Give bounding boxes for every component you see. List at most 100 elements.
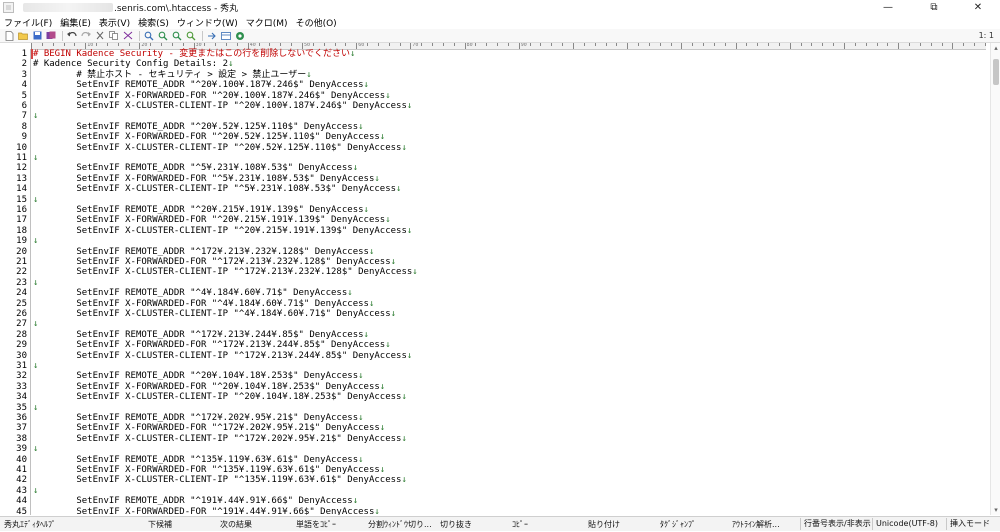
fkey-tag-jump[interactable]: ﾀｸﾞｼﾞｬﾝﾌﾟ [660, 517, 696, 532]
minimize-icon[interactable]: — [870, 0, 906, 15]
line-number: 25 [16, 298, 27, 309]
fkey-next-result[interactable]: 次の結果 [220, 517, 252, 532]
editor-area[interactable]: 10 20 30 40 50 60 70 80 90 1 2 3 4 5 6 7 8 9 10 11 12 13 14 15… [0, 43, 990, 515]
code-line: ↓ [33, 278, 38, 288]
find-next-icon[interactable] [158, 31, 168, 41]
jump-icon[interactable] [207, 31, 217, 41]
scrollbar-thumb[interactable] [993, 59, 999, 85]
line-number: 4 [21, 80, 27, 91]
ruler-tick [963, 43, 965, 46]
ruler-tick [215, 43, 217, 46]
toolbar-separator [202, 30, 203, 41]
ruler-tick [659, 43, 661, 46]
find-prev-icon[interactable] [172, 31, 182, 41]
search-icon[interactable] [144, 31, 154, 41]
ruler-label: 20 [141, 43, 148, 48]
save-icon[interactable] [32, 31, 42, 41]
fkey-cut[interactable]: 切り抜き [440, 517, 472, 532]
grep-icon[interactable] [186, 31, 196, 41]
fkey-copy[interactable]: ｺﾋﾟｰ [512, 517, 528, 532]
new-file-icon[interactable] [4, 30, 14, 41]
eol-mark-icon: ↓ [33, 319, 39, 330]
ruler-tick [562, 43, 564, 46]
ruler-tick [117, 43, 119, 46]
code-line-text: SetEnvIF X-CLUSTER-CLIENT-IP "^135¥.119¥… [33, 475, 402, 486]
code-line: SetEnvIF X-CLUSTER-CLIENT-IP "^20¥.100¥.… [33, 101, 412, 111]
ruler-tick [106, 43, 108, 46]
macro-icon[interactable] [221, 31, 231, 41]
paste-icon[interactable] [123, 31, 133, 41]
line-number: 26 [16, 309, 27, 319]
fkey-help[interactable]: 秀丸ｴﾃﾞｨﾀﾍﾙﾌﾟ [4, 517, 56, 532]
line-number: 24 [16, 288, 27, 299]
line-number: 2 [21, 59, 27, 70]
ruler-label: 50 [304, 43, 311, 48]
menu-other[interactable]: その他(O) [292, 16, 341, 29]
code-line: SetEnvIF X-FORWARDED-FOR "^5¥.231¥.108¥.… [33, 174, 379, 184]
cut-icon[interactable] [95, 31, 105, 41]
code-line: ↓ [33, 195, 38, 205]
line-number: 22 [16, 267, 27, 278]
ruler-tick [334, 43, 336, 46]
ruler-tick [833, 43, 835, 46]
code-line-text: SetEnvIF X-CLUSTER-CLIENT-IP "^172¥.213¥… [33, 267, 413, 278]
ruler-tick [768, 43, 770, 46]
fkey-copy-word[interactable]: 単語をｺﾋﾟｰ [296, 517, 336, 532]
vertical-scrollbar[interactable]: ▴ ▾ [990, 43, 1000, 515]
fkey-next-candidate[interactable]: 下候補 [148, 517, 172, 532]
ruler-tick [778, 43, 780, 46]
fkey-outline[interactable]: ｱｳﾄﾗｲﾝ解析... [732, 517, 780, 532]
menu-search[interactable]: 検索(S) [134, 16, 173, 29]
line-number: 21 [16, 257, 27, 267]
code-line: SetEnvIF REMOTE_ADDR "^135¥.119¥.63¥.61$… [33, 455, 363, 465]
insert-mode-indicator[interactable]: 挿入モード [946, 518, 993, 530]
redo-icon[interactable] [81, 31, 91, 41]
open-icon[interactable] [18, 31, 28, 41]
menu-macro[interactable]: マクロ(M) [242, 16, 292, 29]
code-line: SetEnvIF REMOTE_ADDR "^5¥.231¥.108¥.53$"… [33, 163, 358, 173]
menu-view[interactable]: 表示(V) [95, 16, 134, 29]
eol-mark-icon: ↓ [306, 69, 312, 80]
code-line-text: SetEnvIF REMOTE_ADDR "^191¥.44¥.91¥.66$"… [33, 496, 353, 507]
ruler-tick [497, 43, 499, 46]
gutter-divider [30, 49, 31, 515]
line-number-toggle[interactable]: 行番号表示/非表示 [800, 518, 874, 530]
eol-mark-icon: ↓ [33, 111, 39, 122]
fkey-split-window[interactable]: 分割ｳｨﾝﾄﾞｳ切り... [368, 517, 432, 532]
code-line: SetEnvIF REMOTE_ADDR "^172¥.213¥.232¥.12… [33, 247, 374, 257]
menu-file[interactable]: ファイル(F) [0, 16, 56, 29]
line-number: 11 [16, 153, 27, 163]
ruler-tick [919, 43, 921, 46]
save-all-icon[interactable] [46, 31, 56, 41]
eol-mark-icon: ↓ [33, 236, 39, 247]
ruler-tick [128, 43, 130, 46]
fkey-paste[interactable]: 貼り付け [588, 517, 620, 532]
code-text[interactable]: # BEGIN Kadence Security - 変更またはこの行を削除しな… [33, 49, 983, 515]
record-icon[interactable] [235, 31, 245, 41]
code-line-text: SetEnvIF REMOTE_ADDR "^172¥.202¥.95¥.21$… [33, 413, 359, 423]
restore-icon[interactable]: ⧉ [916, 0, 952, 15]
code-line-text: SetEnvIF X-FORWARDED-FOR "^135¥.119¥.63¥… [33, 465, 380, 475]
encoding-indicator[interactable]: Unicode(UTF-8) [872, 518, 941, 530]
ruler-label: 70 [412, 43, 419, 48]
close-icon[interactable]: ✕ [960, 0, 996, 15]
code-line-text: SetEnvIF X-CLUSTER-CLIENT-IP "^20¥.104¥.… [33, 392, 402, 403]
eol-mark-icon: ↓ [350, 49, 356, 59]
menu-edit[interactable]: 編集(E) [56, 16, 95, 29]
undo-icon[interactable] [67, 31, 77, 41]
ruler-tick [63, 43, 65, 46]
scroll-down-icon[interactable]: ▾ [992, 506, 1000, 514]
code-line: SetEnvIF REMOTE_ADDR "^20¥.215¥.191¥.139… [33, 205, 369, 215]
line-number: 6 [21, 101, 27, 111]
ruler-tick [583, 43, 585, 46]
line-number: 17 [16, 215, 27, 226]
line-number: 27 [16, 319, 27, 330]
copy-icon[interactable] [109, 31, 119, 41]
line-number: 31 [16, 361, 27, 371]
code-line: ↓ [33, 319, 38, 329]
code-line-text: SetEnvIF X-CLUSTER-CLIENT-IP "^4¥.184¥.6… [33, 309, 391, 319]
ruler-tick [670, 43, 672, 46]
menu-window[interactable]: ウィンドウ(W) [173, 16, 242, 29]
eol-mark-icon: ↓ [374, 506, 380, 515]
scroll-up-icon[interactable]: ▴ [992, 44, 1000, 52]
